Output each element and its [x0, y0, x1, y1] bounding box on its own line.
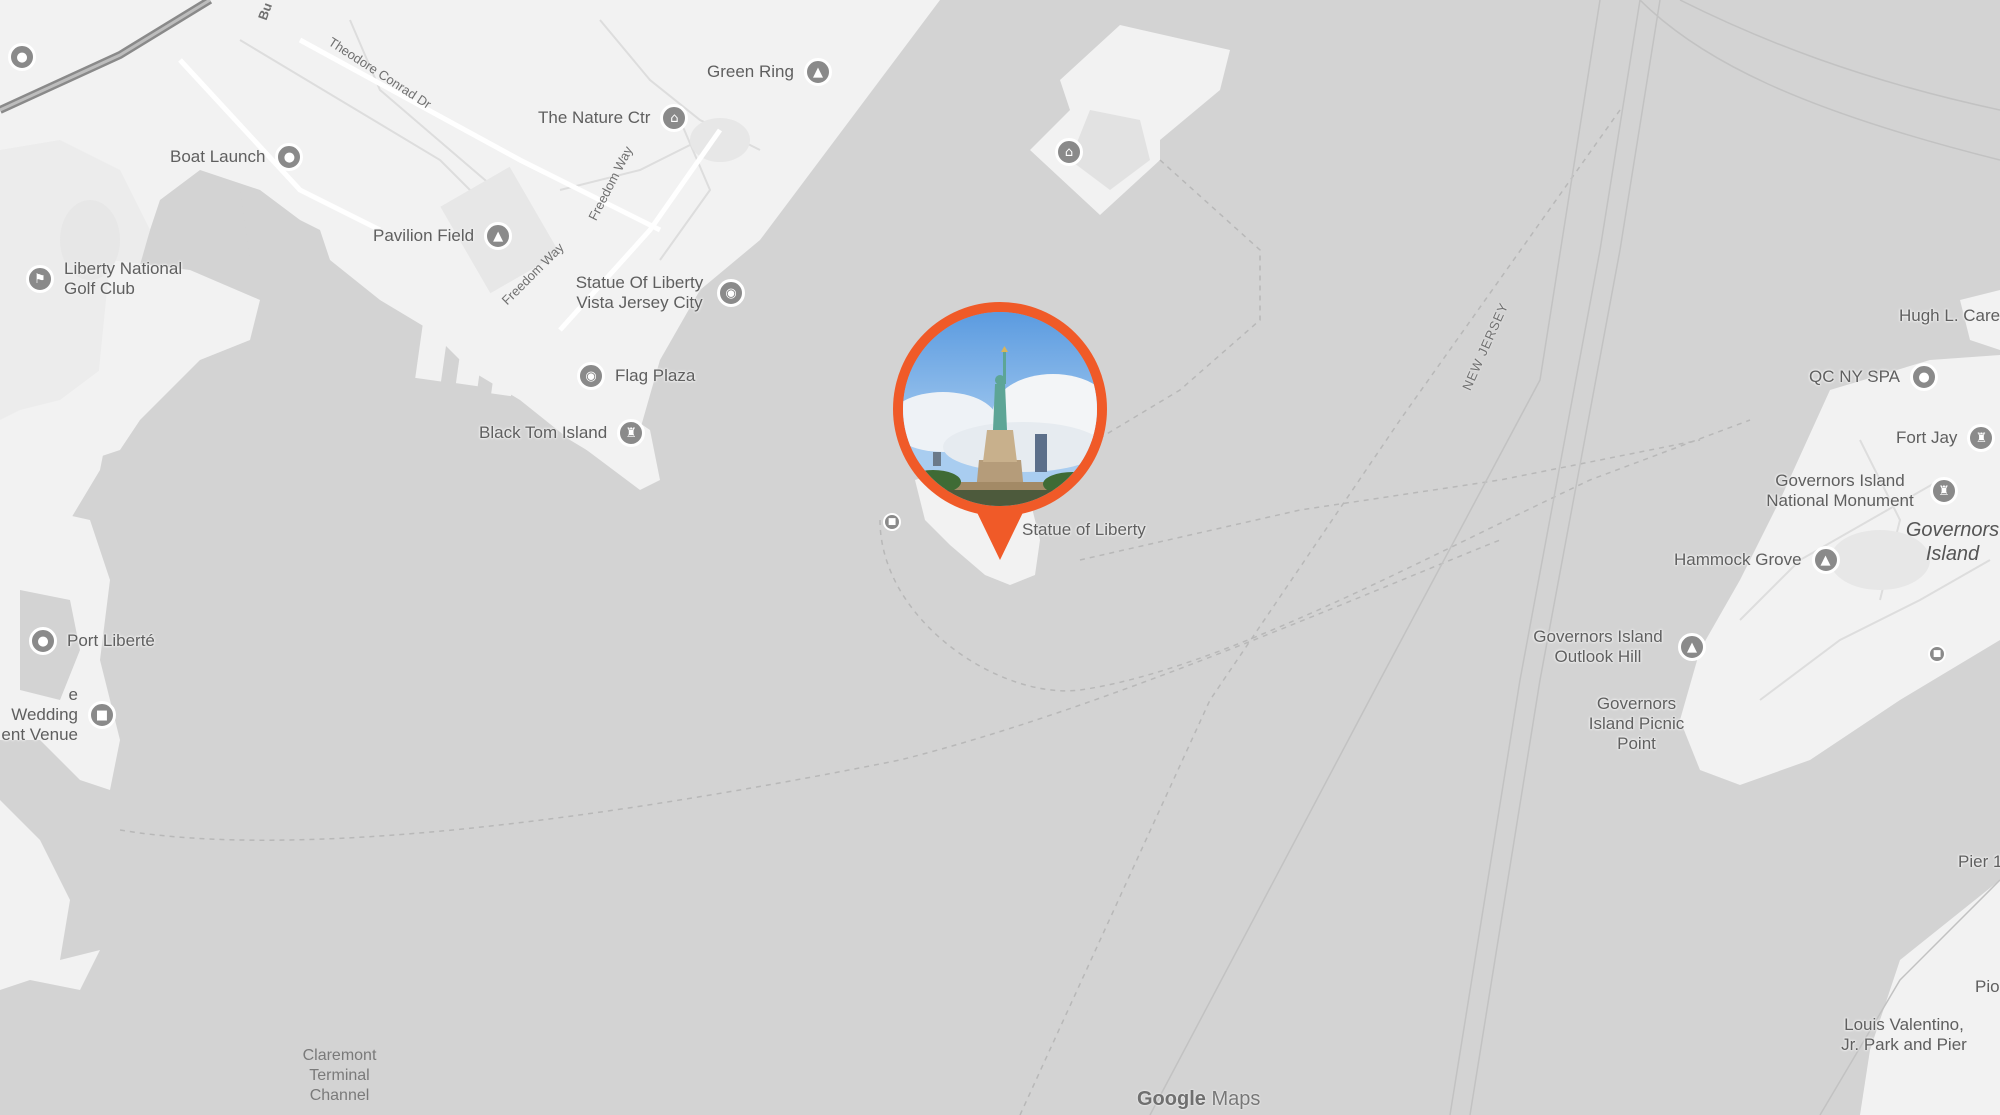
poi-fort-jay[interactable]: Fort Jay ♜ [1896, 424, 1996, 452]
camera-icon: ◉ [717, 279, 745, 307]
poi-statue-vista[interactable]: Statue Of Liberty Vista Jersey City ◉ [572, 273, 745, 313]
museum-icon: ⌂ [660, 104, 689, 132]
poi-black-tom[interactable]: Black Tom Island ♜ [479, 419, 646, 447]
poi-governors-dock[interactable]: ■ [1928, 645, 1946, 663]
poi-port-liberte[interactable]: ● Port Liberté [29, 627, 155, 655]
park-icon: ▲ [484, 222, 513, 250]
poi-hugh-carey[interactable]: Hugh L. Care [1899, 306, 2000, 326]
island-label-governors: Governors Island [1905, 519, 2000, 565]
marker-ring [893, 302, 1107, 516]
poi-label: QC NY SPA [1809, 367, 1901, 386]
poi-label: Hammock Grove [1674, 550, 1802, 569]
place-icon: ● [29, 627, 57, 655]
poi-green-ring[interactable]: Green Ring ▲ [707, 58, 832, 86]
poi-label: Boat Launch [170, 147, 266, 166]
poi-label: Pier 1 [1958, 852, 2000, 871]
ferry-icon: ■ [1928, 645, 1946, 663]
poi-label: Pavilion Field [373, 226, 475, 245]
google-maps-attribution: Google Maps [1137, 1088, 1260, 1111]
monument-icon: ♜ [1967, 424, 1996, 452]
poi-label: Port Liberté [67, 631, 155, 650]
park-icon: ▲ [1678, 633, 1706, 661]
park-icon: ▲ [1811, 546, 1840, 574]
poi-statue-of-liberty[interactable]: Statue of Liberty [1022, 520, 1146, 540]
poi-nature-ctr[interactable]: The Nature Ctr ⌂ [538, 104, 689, 132]
poi-flag-plaza[interactable]: ◉ Flag Plaza [577, 362, 695, 390]
place-icon: ● [1910, 363, 1939, 391]
golf-icon: ⚑ [26, 265, 54, 293]
poi-louis-valentino[interactable]: Louis Valentino, Jr. Park and Pier [1840, 1015, 1968, 1055]
poi-qc-spa[interactable]: QC NY SPA ● [1809, 363, 1939, 391]
poi-label: The Nature Ctr [538, 108, 651, 127]
venue-icon: ■ [88, 701, 116, 729]
poi-label: Flag Plaza [615, 366, 696, 385]
attribution-brand: Google [1137, 1088, 1206, 1110]
poi-wedding-venue[interactable]: e Wedding ent Venue ■ [0, 685, 116, 745]
water-label-claremont: Claremont Terminal Channel [302, 1047, 377, 1104]
park-icon: ▲ [803, 58, 832, 86]
poi-label: Governors Island Outlook Hill [1533, 627, 1663, 666]
poi-label: Statue Of Liberty Vista Jersey City [575, 273, 704, 312]
museum-icon: ⌂ [1055, 138, 1083, 166]
poi-ferry-dock[interactable]: ■ [883, 513, 901, 531]
poi-picnic-point[interactable]: Governors Island Picnic Point [1584, 694, 1689, 754]
poi-liberty-golf[interactable]: ⚑ Liberty National Golf Club [26, 259, 214, 299]
poi-label: Hugh L. Care [1899, 306, 2000, 325]
poi-label: Black Tom Island [479, 423, 608, 442]
poi-label: Governors Island National Monument [1766, 471, 1914, 510]
poi-hammock-grove[interactable]: Hammock Grove ▲ [1674, 546, 1840, 574]
poi-label: Governors Island Picnic Point [1588, 694, 1685, 753]
poi-governors-monument[interactable]: Governors Island National Monument ♜ [1760, 471, 1958, 511]
place-icon: ● [8, 43, 36, 71]
poi-label: Pio [1975, 977, 2000, 996]
poi-label: Fort Jay [1896, 428, 1958, 447]
poi-label: Green Ring [707, 62, 794, 81]
monument-icon: ♜ [1930, 477, 1958, 505]
ferry-icon: ■ [883, 513, 901, 531]
attribution-product: Maps [1211, 1088, 1261, 1110]
poi-label: Louis Valentino, Jr. Park and Pier [1841, 1015, 1967, 1054]
poi-label: Liberty National Golf Club [64, 259, 183, 298]
place-icon: ● [275, 143, 304, 171]
poi-pio[interactable]: Pio [1975, 977, 2000, 997]
poi-top-left-place[interactable]: ● [8, 43, 36, 71]
statue-of-liberty-photo [903, 312, 1097, 506]
statue-of-liberty-label: Statue of Liberty [1022, 520, 1146, 539]
poi-ellis-island[interactable]: ⌂ [1055, 138, 1083, 166]
poi-pier[interactable]: Pier 1 [1958, 852, 2000, 872]
poi-boat-launch[interactable]: Boat Launch ● [170, 143, 304, 171]
camera-icon: ◉ [577, 362, 605, 390]
poi-pavilion-field[interactable]: Pavilion Field ▲ [373, 222, 513, 250]
monument-icon: ♜ [617, 419, 646, 447]
map-canvas[interactable]: Green Ring ▲ The Nature Ctr ⌂ Boat Launc… [0, 0, 2000, 1115]
poi-label: e Wedding ent Venue [1, 685, 78, 744]
poi-outlook-hill[interactable]: Governors Island Outlook Hill ▲ [1528, 627, 1706, 667]
